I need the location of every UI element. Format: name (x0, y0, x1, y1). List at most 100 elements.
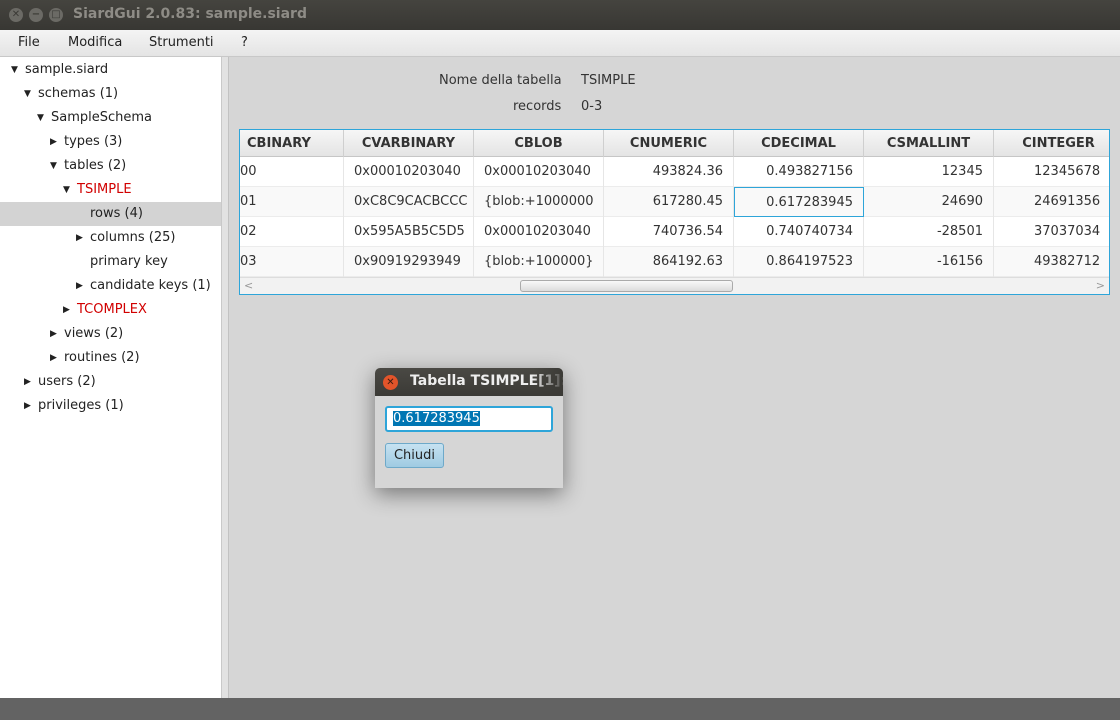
table-cell[interactable]: 740736.54 (604, 217, 734, 247)
expanded-arrow-icon[interactable]: ▼ (24, 82, 31, 106)
horizontal-scrollbar[interactable]: < > (240, 277, 1109, 294)
tree-node-label: sample.siard (25, 62, 109, 77)
table-cell[interactable]: {blob:+1000000 (474, 187, 604, 217)
table-cell[interactable]: 0x00 (240, 157, 344, 187)
cell-value-dialog: ✕ Tabella TSIMPLE[1]: 0.617283945 Chiudi (375, 368, 563, 488)
table-cell[interactable]: {blob:+100000} (474, 247, 604, 277)
selected-value-text: 0.617283945 (393, 411, 480, 426)
table-row[interactable]: 0x000x000102030400x00010203040493824.360… (240, 157, 1109, 187)
table-cell[interactable]: 0x02 (240, 217, 344, 247)
table-cell[interactable]: 37037034 (994, 217, 1109, 247)
menu-file[interactable]: File (18, 35, 40, 50)
table-cell[interactable]: 12345678 (994, 157, 1109, 187)
menu-strumenti[interactable]: Strumenti (149, 35, 214, 50)
expanded-arrow-icon[interactable]: ▼ (50, 154, 57, 178)
scroll-right-icon[interactable]: > (1096, 278, 1105, 294)
dialog-close-icon[interactable]: ✕ (383, 375, 398, 390)
archive-tree[interactable]: ▼ sample.siard ▼ schemas (1) ▼ SampleSchema ▶ t… (0, 57, 222, 698)
table-cell[interactable]: 0.740740734 (734, 217, 864, 247)
tree-node-label: primary key (90, 254, 168, 269)
scroll-left-icon[interactable]: < (244, 278, 253, 294)
table-cell[interactable]: 0x595A5B5C5D5 (344, 217, 474, 247)
table-cell[interactable]: 12345 (864, 157, 994, 187)
rows-table[interactable]: CBINARY CVARBINARY CBLOB CNUMERIC CDECIMAL CS… (239, 129, 1110, 295)
table-cell[interactable]: 493824.36 (604, 157, 734, 187)
column-header[interactable]: CBLOB (474, 130, 604, 157)
dialog-title-bar: ✕ Tabella TSIMPLE[1]: (375, 368, 563, 396)
table-cell[interactable]: 617280.45 (604, 187, 734, 217)
table-cell[interactable]: 0x00010203040 (474, 157, 604, 187)
collapsed-arrow-icon[interactable]: ▶ (63, 298, 70, 322)
tree-node-label: users (2) (38, 374, 96, 389)
tree-node[interactable]: ▼ tables (2) (0, 154, 221, 178)
table-cell[interactable]: 49382712 (994, 247, 1109, 277)
title-fade (533, 368, 563, 396)
tree-node[interactable]: ▶ candidate keys (1) (0, 274, 221, 298)
collapsed-arrow-icon[interactable]: ▶ (76, 226, 83, 250)
column-header[interactable]: CDECIMAL (734, 130, 864, 157)
collapsed-arrow-icon[interactable]: ▶ (50, 130, 57, 154)
collapsed-arrow-icon[interactable]: ▶ (76, 274, 83, 298)
tree-node[interactable]: ▼ schemas (1) (0, 82, 221, 106)
table-row[interactable]: 0x010xC8C9CACBCCC{blob:+1000000617280.45… (240, 187, 1109, 217)
tree-node[interactable]: ▶ types (3) (0, 130, 221, 154)
tree-node[interactable]: rows (4) (0, 202, 221, 226)
table-cell[interactable]: 0.617283945 (734, 187, 864, 217)
tree-node-label: privileges (1) (38, 398, 124, 413)
tree-node-label: candidate keys (1) (90, 278, 211, 293)
column-header[interactable]: CINTEGER (994, 130, 1109, 157)
tree-node[interactable]: ▶ routines (2) (0, 346, 221, 370)
tree-node-label: tables (2) (64, 158, 127, 173)
table-cell[interactable]: -16156 (864, 247, 994, 277)
table-row[interactable]: 0x020x595A5B5C5D50x00010203040740736.540… (240, 217, 1109, 247)
collapsed-arrow-icon[interactable]: ▶ (24, 370, 31, 394)
table-cell[interactable]: 0x00010203040 (474, 217, 604, 247)
tree-node[interactable]: ▶ TCOMPLEX (0, 298, 221, 322)
menu-modifica[interactable]: Modifica (68, 35, 122, 50)
table-header: CBINARY CVARBINARY CBLOB CNUMERIC CDECIMAL CS… (240, 130, 1109, 157)
close-window-icon[interactable]: ✕ (9, 8, 23, 22)
tree-node[interactable]: ▶ privileges (1) (0, 394, 221, 418)
tree-node-label: views (2) (64, 326, 124, 341)
table-cell[interactable]: -28501 (864, 217, 994, 247)
column-header[interactable]: CNUMERIC (604, 130, 734, 157)
collapsed-arrow-icon[interactable]: ▶ (24, 394, 31, 418)
column-header[interactable]: CVARBINARY (344, 130, 474, 157)
expanded-arrow-icon[interactable]: ▼ (11, 58, 18, 82)
tree-node[interactable]: ▶ users (2) (0, 370, 221, 394)
table-cell[interactable]: 864192.63 (604, 247, 734, 277)
cell-value-field[interactable]: 0.617283945 (385, 406, 553, 432)
collapsed-arrow-icon[interactable]: ▶ (50, 322, 57, 346)
tree-node[interactable]: primary key (0, 250, 221, 274)
table-cell[interactable]: 0.864197523 (734, 247, 864, 277)
status-bar (0, 698, 1120, 720)
table-name-label: Nome della tabella (439, 73, 562, 88)
table-cell[interactable]: 0.493827156 (734, 157, 864, 187)
table-cell[interactable]: 0xC8C9CACBCCC (344, 187, 474, 217)
table-cell[interactable]: 24690 (864, 187, 994, 217)
table-row[interactable]: 0x030x90919293949{blob:+100000}864192.63… (240, 247, 1109, 277)
minimize-window-icon[interactable]: − (29, 8, 43, 22)
column-header[interactable]: CSMALLINT (864, 130, 994, 157)
tree-node[interactable]: ▶ columns (25) (0, 226, 221, 250)
split-pane-divider[interactable] (222, 57, 229, 698)
menu-help[interactable]: ? (241, 35, 248, 50)
tree-node[interactable]: ▼ SampleSchema (0, 106, 221, 130)
table-cell[interactable]: 0x03 (240, 247, 344, 277)
table-cell[interactable]: 24691356 (994, 187, 1109, 217)
tree-node-label: TSIMPLE (77, 182, 132, 197)
scrollbar-thumb[interactable] (520, 280, 733, 292)
table-cell[interactable]: 0x00010203040 (344, 157, 474, 187)
table-cell[interactable]: 0x90919293949 (344, 247, 474, 277)
maximize-window-icon[interactable]: □ (49, 8, 63, 22)
expanded-arrow-icon[interactable]: ▼ (63, 178, 70, 202)
tree-node[interactable]: ▶ views (2) (0, 322, 221, 346)
collapsed-arrow-icon[interactable]: ▶ (50, 346, 57, 370)
close-dialog-button[interactable]: Chiudi (385, 443, 444, 468)
expanded-arrow-icon[interactable]: ▼ (37, 106, 44, 130)
tree-node[interactable]: ▼ sample.siard (0, 58, 221, 82)
table-cell[interactable]: 0x01 (240, 187, 344, 217)
column-header[interactable]: CBINARY (240, 130, 344, 157)
tree-node-label: rows (4) (90, 206, 143, 221)
tree-node[interactable]: ▼ TSIMPLE (0, 178, 221, 202)
